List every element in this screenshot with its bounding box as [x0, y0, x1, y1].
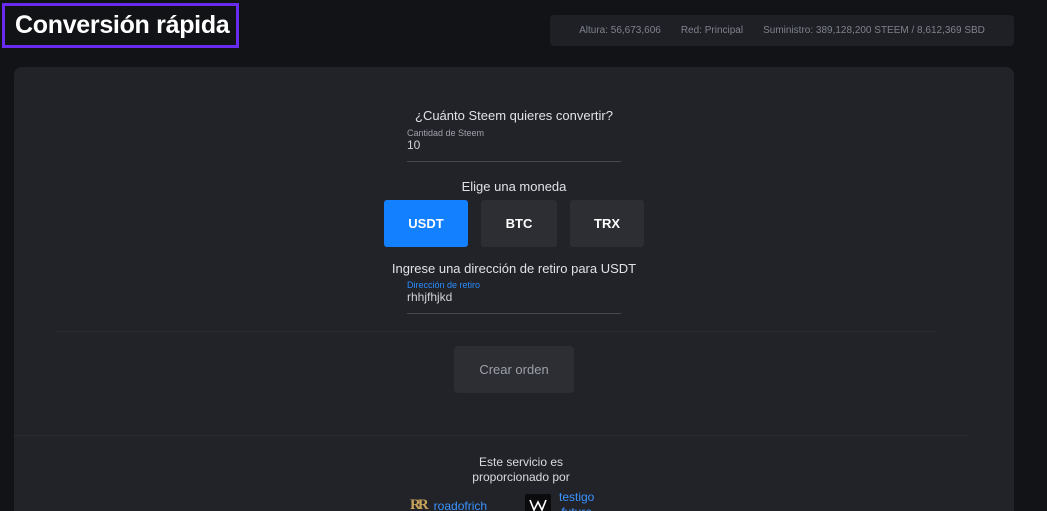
footer-divider	[14, 435, 969, 436]
form-divider	[56, 331, 936, 332]
amount-field[interactable]: Cantidad de Steem 10	[407, 128, 621, 162]
amount-question: ¿Cuánto Steem quieres convertir?	[415, 108, 613, 123]
network-name: Red: Principal	[680, 25, 744, 36]
roadofrich-logo-icon: RR	[410, 497, 429, 511]
provider-testigo-link[interactable]: testigo future	[559, 490, 594, 511]
provider-testigo-line-2: future	[559, 505, 594, 511]
block-height: Altura: 56,673,606	[579, 25, 661, 36]
address-label: Dirección de retiro	[407, 280, 481, 290]
page: Conversión rápida Altura: 56,673,606 Red…	[0, 0, 1047, 511]
address-input[interactable]: rhhjfhjkd	[407, 290, 621, 313]
create-order-button[interactable]: Crear orden	[454, 346, 574, 393]
provided-by-text: Este servicio es proporcionado por	[440, 455, 602, 485]
provider-testigo-line-1: testigo	[559, 490, 595, 504]
supply-info: Suministro: 389,128,200 STEEM / 8,612,36…	[763, 25, 985, 36]
provider-roadofrich-link[interactable]: roadofrich	[434, 499, 487, 511]
provider-testigo-future[interactable]: testigo future	[525, 490, 594, 511]
network-status-bar: Altura: 56,673,606 Red: Principal Sumini…	[550, 15, 1014, 46]
amount-label: Cantidad de Steem	[407, 128, 485, 138]
w-logo-icon	[525, 494, 551, 511]
currency-usdt-button[interactable]: USDT	[384, 200, 468, 247]
page-title: Conversión rápida	[15, 11, 230, 39]
provider-roadofrich[interactable]: RR roadofrich	[410, 497, 487, 511]
provided-line-1: Este servicio es	[478, 455, 564, 469]
currency-btc-button[interactable]: BTC	[481, 200, 557, 247]
address-question: Ingrese una dirección de retiro para USD…	[391, 261, 637, 276]
address-field[interactable]: Dirección de retiro rhhjfhjkd	[407, 280, 621, 314]
provided-line-2: proporcionado por	[472, 470, 570, 484]
amount-input[interactable]: 10	[407, 138, 621, 161]
currency-trx-button[interactable]: TRX	[570, 200, 644, 247]
currency-question: Elige una moneda	[461, 179, 567, 194]
currency-selector: USDT BTC TRX	[384, 200, 644, 247]
page-title-box: Conversión rápida	[2, 3, 239, 48]
